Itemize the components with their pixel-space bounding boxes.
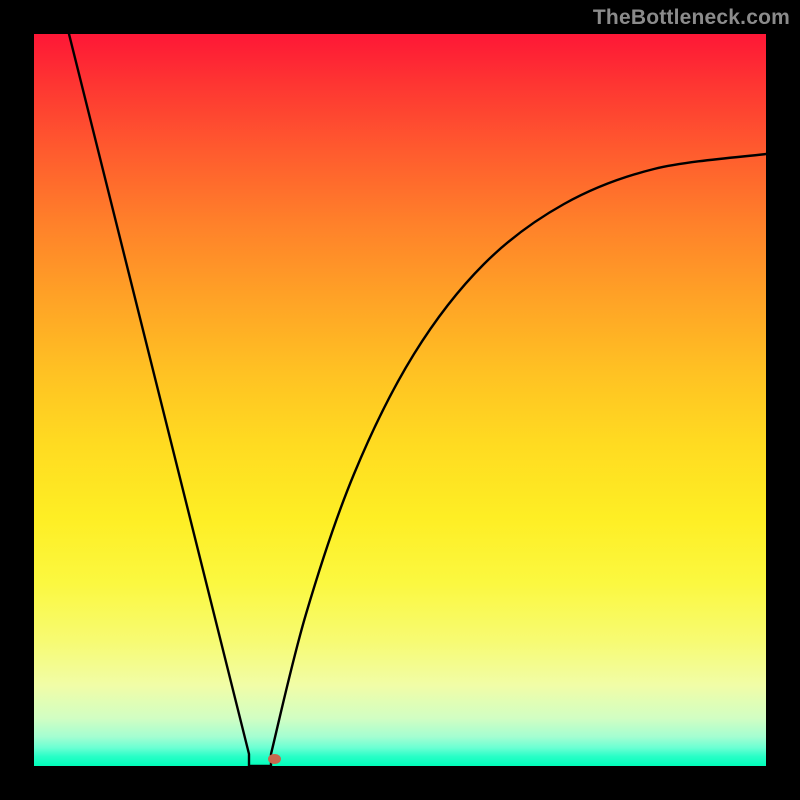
bottleneck-curve bbox=[34, 34, 766, 766]
watermark-text: TheBottleneck.com bbox=[593, 6, 790, 30]
bottleneck-point-marker bbox=[268, 754, 281, 764]
chart-frame: TheBottleneck.com bbox=[0, 0, 800, 800]
plot-area bbox=[34, 34, 766, 766]
